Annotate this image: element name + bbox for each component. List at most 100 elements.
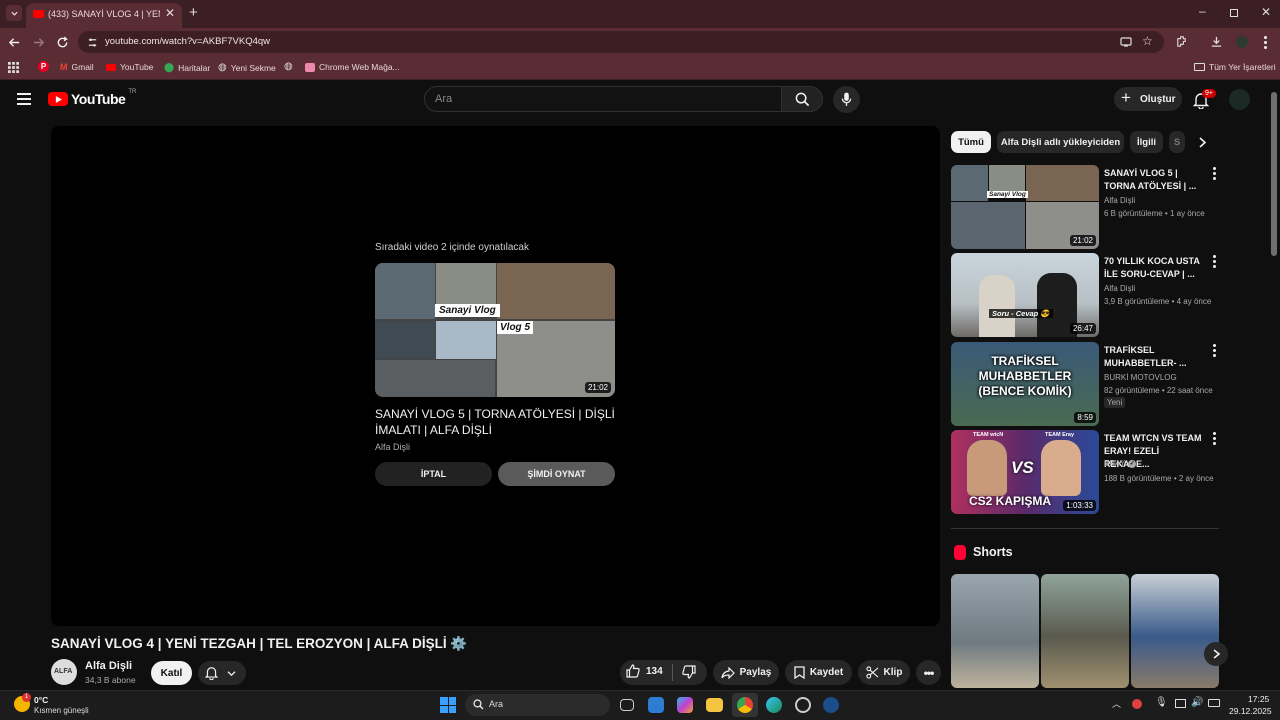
more-vertical-icon[interactable] xyxy=(1209,167,1219,181)
recommendation-title[interactable]: SANAYİ VLOG 5 | TORNA ATÖLYESİ | ... xyxy=(1104,167,1204,193)
recommendation-title[interactable]: 70 YILLIK KOCA USTA İLE SORU-CEVAP | ... xyxy=(1104,255,1204,281)
scrollbar-thumb[interactable] xyxy=(1271,92,1277,256)
recommendation-thumbnail[interactable]: TRAFİKSEL MUHABBETLER (BENCE KOMİK) 8:59 xyxy=(951,342,1099,426)
play-now-button[interactable]: ŞİMDİ OYNAT xyxy=(498,462,615,486)
like-button[interactable]: 134 xyxy=(626,664,663,678)
short-thumbnail[interactable] xyxy=(1131,574,1219,688)
address-bar[interactable]: youtube.com/watch?v=AKBF7VKQ4qw ☆ xyxy=(78,31,1164,53)
recommendation-channel[interactable]: BURKİ MOTOVLOG xyxy=(1104,373,1177,382)
recommendation-thumbnail[interactable]: Soru - Cevap 😎 26:47 xyxy=(951,253,1099,337)
taskbar-search[interactable]: Ara xyxy=(465,694,610,716)
task-view-icon[interactable] xyxy=(620,699,634,711)
forward-arrow-icon[interactable] xyxy=(32,36,45,49)
app-settings-icon[interactable] xyxy=(795,697,811,713)
hamburger-menu-icon[interactable] xyxy=(17,93,31,105)
chip-all[interactable]: Tümü xyxy=(951,131,991,153)
browser-tab-active[interactable]: (433) SANAYİ VLOG 4 | YENİ TEZ... ✕ xyxy=(26,3,182,28)
subscription-bell-button[interactable] xyxy=(198,661,246,685)
recommendation-channel[interactable]: ERAY xyxy=(1104,459,1125,468)
apps-grid-icon[interactable] xyxy=(8,62,19,73)
copilot-icon[interactable] xyxy=(677,697,693,713)
cast-icon[interactable] xyxy=(1120,36,1132,48)
more-vertical-icon[interactable] xyxy=(1209,344,1219,358)
more-vertical-icon[interactable] xyxy=(1209,432,1219,446)
volume-icon[interactable]: 🔊 xyxy=(1191,697,1203,708)
restore-button[interactable] xyxy=(1230,9,1238,17)
weather-widget[interactable]: 1 0°C Kısmen güneşli xyxy=(12,692,102,718)
store-icon[interactable] xyxy=(648,697,664,713)
bookmark-star-icon[interactable]: ☆ xyxy=(1142,34,1153,48)
search-input[interactable]: Ara xyxy=(424,86,782,112)
account-avatar[interactable] xyxy=(1229,89,1250,110)
thumbs-down-icon[interactable] xyxy=(682,665,696,679)
tab-search-button[interactable] xyxy=(6,5,22,21)
pinterest-icon[interactable]: P xyxy=(38,61,49,72)
bookmark-maps[interactable]: ⬤ Haritalar xyxy=(164,62,210,73)
close-window-button[interactable]: ✕ xyxy=(1261,5,1271,19)
save-button[interactable]: Kaydet xyxy=(785,660,852,685)
minimize-button[interactable]: – xyxy=(1199,4,1206,18)
globe-icon[interactable]: ◍ xyxy=(284,61,293,72)
recommendation-title[interactable]: TRAFİKSEL MUHABBETLER- ... xyxy=(1104,344,1204,370)
steam-icon[interactable] xyxy=(823,697,839,713)
channel-avatar[interactable]: ALFA xyxy=(51,659,77,685)
tab-close-icon[interactable]: ✕ xyxy=(165,6,175,20)
site-info-icon[interactable] xyxy=(87,37,98,48)
chrome-menu-icon[interactable] xyxy=(1264,36,1267,49)
extensions-icon[interactable] xyxy=(1175,35,1188,48)
edge-icon[interactable] xyxy=(766,697,782,713)
create-button[interactable]: + Oluştur xyxy=(1114,87,1182,111)
all-bookmarks[interactable]: Tüm Yer İşaretleri xyxy=(1194,62,1276,72)
recommendation-channel[interactable]: Alfa Dişli xyxy=(1104,284,1135,293)
chip-partial[interactable]: S xyxy=(1169,131,1185,153)
youtube-logo[interactable]: YouTube TR xyxy=(48,89,136,107)
short-thumbnail[interactable] xyxy=(951,574,1039,688)
bookmark-gmail[interactable]: M Gmail xyxy=(60,62,94,72)
recommendation-thumbnail[interactable]: TEAM wtcN TEAM Eray VS CS2 KAPIŞMA 1:03:… xyxy=(951,430,1099,514)
reload-icon[interactable] xyxy=(56,36,69,49)
upnext-thumbnail[interactable]: Sanayi Vlog Vlog 5 21:02 xyxy=(375,263,615,397)
chip-from-uploader[interactable]: Alfa Dişli adlı yükleyiciden xyxy=(997,131,1124,153)
back-arrow-icon[interactable] xyxy=(8,36,21,49)
voice-search-button[interactable] xyxy=(833,86,860,113)
shorts-next-button[interactable] xyxy=(1204,642,1228,666)
windows-logo-pane xyxy=(448,705,456,713)
chip-related[interactable]: İlgili xyxy=(1130,131,1163,153)
more-actions-button[interactable]: ••• xyxy=(916,660,941,685)
notifications-button[interactable]: 9+ xyxy=(1192,89,1216,110)
bookmark-label: Gmail xyxy=(71,62,94,72)
short-thumbnail[interactable] xyxy=(1041,574,1129,688)
recommendation-thumbnail[interactable]: Sanayi Vlog 21:02 xyxy=(951,165,1099,249)
bookmark-chrome-web-store[interactable]: Chrome Web Mağa... xyxy=(305,62,400,72)
clock-date[interactable]: 29.12.2025 xyxy=(1229,706,1272,716)
profile-avatar[interactable] xyxy=(1236,36,1248,48)
bookmark-new-tab[interactable]: ◍ Yeni Sekme xyxy=(218,62,276,73)
recommendation-item[interactable]: Sanayi Vlog 21:02 SANAYİ VLOG 5 | TORNA … xyxy=(951,165,1221,249)
download-icon[interactable] xyxy=(1210,35,1223,48)
chrome-icon[interactable] xyxy=(737,697,753,713)
search-button[interactable] xyxy=(781,86,823,112)
recommendation-channel[interactable]: Alfa Dişli xyxy=(1104,196,1135,205)
file-explorer-icon[interactable] xyxy=(706,698,723,712)
share-button[interactable]: Paylaş xyxy=(713,660,779,685)
bookmark-youtube[interactable]: YouTube xyxy=(106,62,153,72)
network-icon[interactable] xyxy=(1175,699,1186,708)
start-button[interactable] xyxy=(440,697,456,713)
recommendation-item[interactable]: TEAM wtcN TEAM Eray VS CS2 KAPIŞMA 1:03:… xyxy=(951,430,1221,514)
cancel-autoplay-button[interactable]: İPTAL xyxy=(375,462,492,486)
clip-button[interactable]: Klip xyxy=(858,660,910,685)
recommendation-item[interactable]: TRAFİKSEL MUHABBETLER (BENCE KOMİK) 8:59… xyxy=(951,342,1221,426)
channel-name[interactable]: Alfa Dişli xyxy=(85,660,132,672)
chevron-right-icon[interactable] xyxy=(1198,137,1207,148)
system-tray-chevron-icon[interactable]: ︿ xyxy=(1112,697,1121,710)
microphone-icon[interactable]: 🎙 xyxy=(1155,697,1168,708)
more-vertical-icon[interactable] xyxy=(1209,255,1219,269)
upnext-title[interactable]: SANAYİ VLOG 5 | TORNA ATÖLYESİ | DİŞLİ İ… xyxy=(375,406,615,438)
clock-time[interactable]: 17:25 xyxy=(1248,694,1269,704)
taskbar-search-label: Ara xyxy=(489,699,504,709)
battery-icon[interactable] xyxy=(1208,699,1220,707)
recommendation-item[interactable]: Soru - Cevap 😎 26:47 70 YILLIK KOCA USTA… xyxy=(951,253,1221,337)
new-tab-button[interactable]: + xyxy=(189,4,198,21)
tray-app-icon[interactable] xyxy=(1132,699,1142,709)
join-button[interactable]: Katıl xyxy=(151,661,192,685)
